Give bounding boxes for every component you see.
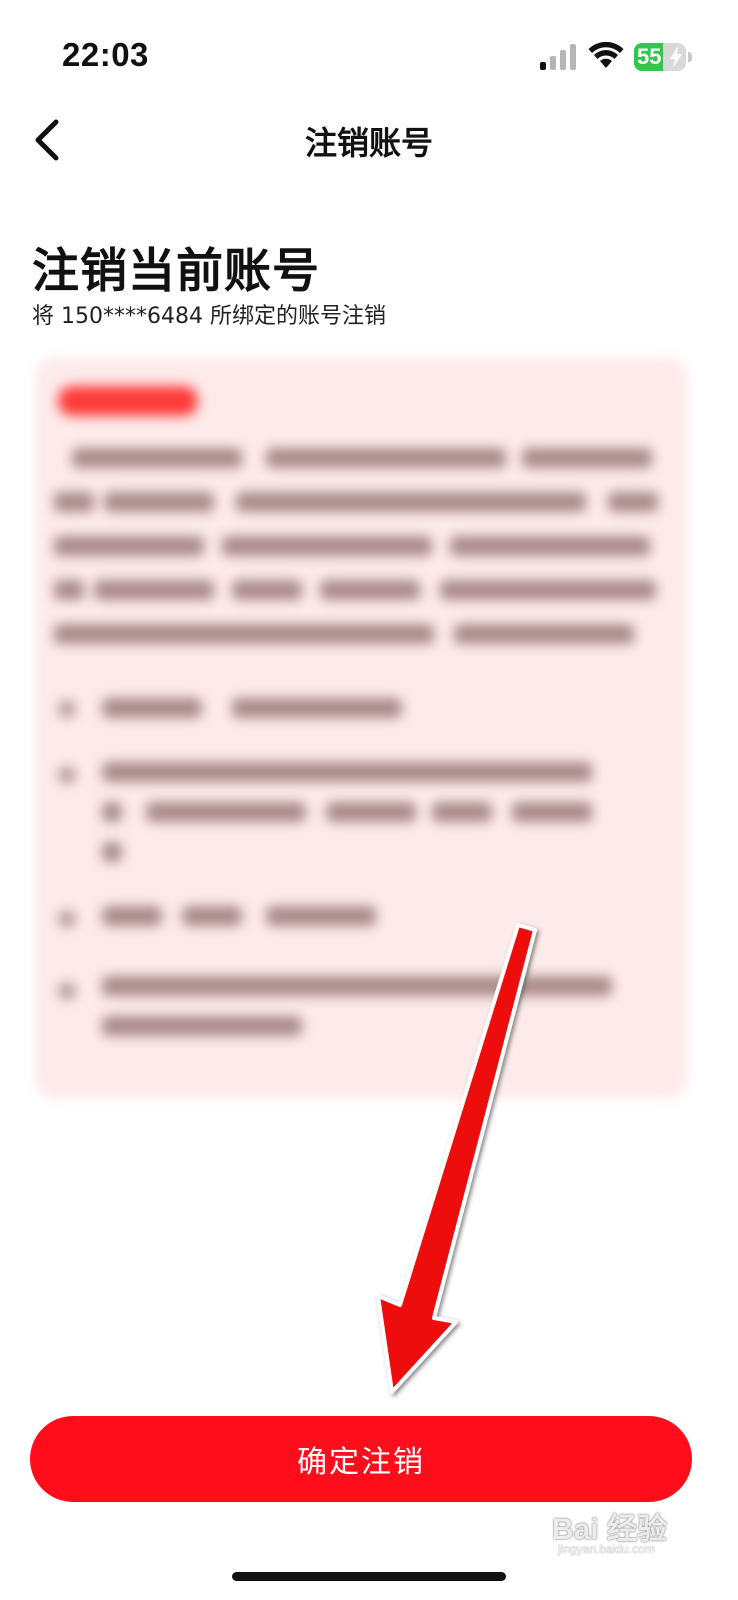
baidu-jingyan-watermark: Bai 经验 jingyan.baidu.com	[552, 1498, 692, 1558]
confirm-deactivate-button[interactable]: 确定注销	[30, 1416, 692, 1502]
notice-card-blurred	[36, 358, 686, 1098]
section-heading: 注销当前账号	[32, 244, 320, 299]
charging-bolt-icon	[670, 46, 682, 68]
account-description: 将 150****6484 所绑定的账号注销	[32, 304, 386, 329]
home-indicator	[232, 1572, 506, 1581]
wifi-icon	[588, 42, 624, 68]
battery-level-text: 55	[637, 44, 662, 69]
watermark-sub: jingyan.baidu.com	[558, 1542, 655, 1556]
status-time: 22:03	[62, 36, 149, 73]
battery-charging-icon: 55	[634, 43, 686, 71]
page-title: 注销账号	[304, 124, 433, 162]
notice-tag	[58, 386, 198, 416]
battery-cap	[688, 52, 692, 62]
cellular-signal-icon	[540, 44, 576, 70]
